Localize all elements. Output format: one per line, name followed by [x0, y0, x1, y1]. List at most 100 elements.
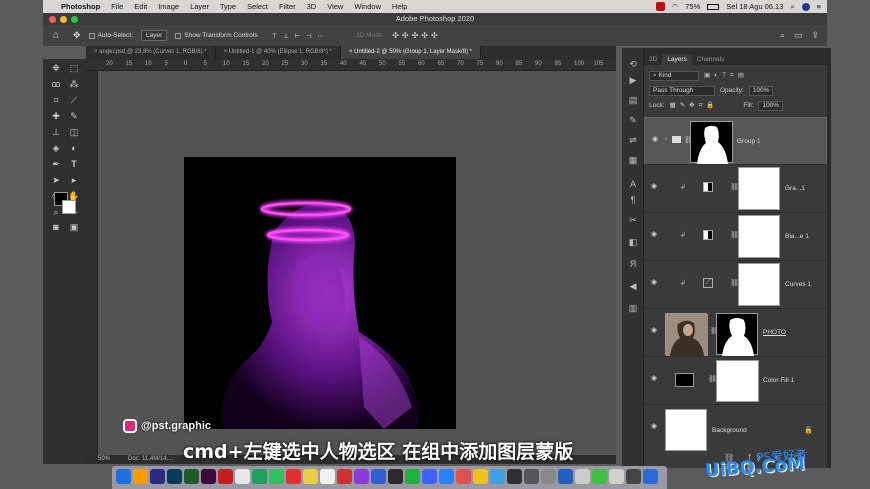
- menu-select[interactable]: Select: [247, 2, 268, 11]
- screen-mode-icon[interactable]: ▣: [67, 221, 81, 233]
- layer-row[interactable]: ◉ ↲ ⟋ ⛓ Curves 1: [644, 261, 827, 309]
- dock-app-icon[interactable]: [456, 469, 471, 484]
- dock-app-icon[interactable]: [439, 469, 454, 484]
- layer-row[interactable]: ◉ ↲ ⛓ Bla...e 1: [644, 213, 827, 261]
- visibility-eye-icon[interactable]: ◉: [651, 375, 659, 382]
- path-select-tool-icon[interactable]: ➤: [49, 174, 63, 186]
- quick-mask-icon[interactable]: ◙: [49, 221, 63, 233]
- tab-layers[interactable]: Layers: [662, 54, 692, 65]
- libraries-icon[interactable]: ▤: [627, 94, 639, 106]
- minimize-window-button[interactable]: [60, 16, 67, 23]
- auto-select-dropdown[interactable]: Layer: [141, 30, 168, 41]
- layer-mask-thumbnail[interactable]: [716, 360, 759, 402]
- zoom-window-button[interactable]: [71, 16, 78, 23]
- zoom-tool-icon[interactable]: ⌕: [49, 206, 63, 218]
- lasso-tool-icon[interactable]: ꝏ: [49, 78, 63, 90]
- tab-3d[interactable]: 3D: [644, 54, 662, 65]
- menu-edit[interactable]: Edit: [134, 2, 147, 11]
- direct-select-tool-icon[interactable]: ▸: [67, 174, 81, 186]
- dock-app-icon[interactable]: [371, 469, 386, 484]
- chevron-right-icon[interactable]: ›: [665, 137, 667, 143]
- dock-app-icon[interactable]: [269, 469, 284, 484]
- dock-app-icon[interactable]: [320, 469, 335, 484]
- adjustments-icon[interactable]: ⇌: [627, 134, 639, 146]
- move-tool-icon[interactable]: ✥: [49, 62, 63, 74]
- tab-angel[interactable]: × angel.psd @ 23,8% (Curves 1, RGB/8) *: [86, 46, 216, 59]
- transform-controls-checkbox[interactable]: Show Transform Controls: [175, 32, 258, 39]
- lock-icons[interactable]: ▦✎✥⌗🔒: [670, 101, 719, 110]
- layer-row[interactable]: ◉ ⛓ Color Fill 1: [644, 357, 827, 405]
- dock-app-icon[interactable]: [490, 469, 505, 484]
- menu-filter[interactable]: Filter: [279, 2, 296, 11]
- layer-mask-thumbnail[interactable]: [716, 313, 758, 356]
- dock-app-icon[interactable]: [303, 469, 318, 484]
- swatches-icon[interactable]: ▦: [627, 154, 639, 166]
- dock-app-icon[interactable]: [201, 469, 216, 484]
- quick-select-tool-icon[interactable]: ⁂: [67, 78, 81, 90]
- play-icon[interactable]: ▶: [627, 74, 639, 86]
- layer-row[interactable]: ◉ ↲ ⛓ Gra...1: [644, 165, 827, 213]
- layer-mask-thumbnail[interactable]: [738, 167, 780, 210]
- doc-size[interactable]: Doc: 11,4M/14,...: [128, 456, 173, 462]
- dock-app-icon[interactable]: [167, 469, 182, 484]
- dock-app-icon[interactable]: [541, 469, 556, 484]
- share-icon[interactable]: ⇪: [811, 30, 819, 41]
- dock-app-icon[interactable]: [218, 469, 233, 484]
- dock-app-icon[interactable]: [626, 469, 641, 484]
- menu-help[interactable]: Help: [392, 2, 407, 11]
- dock-app-icon[interactable]: [337, 469, 352, 484]
- dock-app-icon[interactable]: [592, 469, 607, 484]
- workspace-icon[interactable]: ▭: [794, 30, 803, 41]
- align-icons[interactable]: ⊤ ⊥ ⊢ ⊣ ⋯: [272, 32, 326, 40]
- menu-image[interactable]: Image: [158, 2, 179, 11]
- menu-view[interactable]: View: [327, 2, 343, 11]
- dock-app-icon[interactable]: [388, 469, 403, 484]
- menu-file[interactable]: File: [111, 2, 123, 11]
- dock-app-icon[interactable]: [184, 469, 199, 484]
- eyedropper-tool-icon[interactable]: ⟋: [67, 94, 81, 106]
- tab-untitled-1[interactable]: × Untitled-1 @ 40% (Ellipse 1, RGB/8*) *: [216, 46, 341, 59]
- wifi-icon[interactable]: ◠: [672, 2, 679, 11]
- tools-icon[interactable]: ✂: [627, 214, 639, 226]
- search-icon[interactable]: ⌕: [790, 2, 794, 12]
- menu-app-photoshop[interactable]: Photoshop: [61, 2, 100, 11]
- filter-kind-dropdown[interactable]: ⌕ Kind: [649, 70, 699, 81]
- layer-mask-thumbnail[interactable]: [738, 263, 780, 306]
- dock-app-icon[interactable]: [116, 469, 131, 484]
- visibility-eye-icon[interactable]: ◉: [651, 423, 659, 430]
- marquee-tool-icon[interactable]: ⬚: [67, 62, 81, 74]
- crop-tool-icon[interactable]: ⌗: [49, 94, 63, 106]
- record-icon[interactable]: [655, 2, 665, 11]
- 3d-mode-icons[interactable]: ✣✣✣✣✣: [392, 31, 441, 40]
- visibility-eye-icon[interactable]: ◉: [651, 279, 659, 286]
- stamp-tool-icon[interactable]: ⊥: [49, 126, 63, 138]
- tab-untitled-2[interactable]: × Untitled-2 @ 50% (Group 1, Layer Mask/…: [340, 46, 481, 59]
- layer-row[interactable]: ◉ › ⛓ Group 1: [644, 117, 827, 165]
- control-center-icon[interactable]: ≡: [817, 2, 821, 11]
- dock-app-icon[interactable]: [643, 469, 658, 484]
- layers-scrollbar[interactable]: [827, 48, 831, 468]
- close-window-button[interactable]: [49, 16, 56, 23]
- photo-thumbnail[interactable]: [665, 313, 708, 356]
- gradient-tool-icon[interactable]: ◈: [49, 142, 63, 154]
- filter-icons[interactable]: ▣◐T⌗▤: [704, 71, 748, 80]
- visibility-eye-icon[interactable]: ◉: [651, 231, 659, 238]
- layer-row[interactable]: ◉ ⛓ PHOTO: [644, 309, 827, 357]
- brush-settings-icon[interactable]: ✎: [627, 114, 639, 126]
- dock-app-icon[interactable]: [575, 469, 590, 484]
- visibility-eye-icon[interactable]: ◉: [651, 327, 659, 334]
- properties-icon[interactable]: ◧: [627, 236, 639, 248]
- dock-app-icon[interactable]: [524, 469, 539, 484]
- sound-icon[interactable]: ◀: [627, 280, 639, 292]
- dock-app-icon[interactable]: [150, 469, 165, 484]
- opacity-input[interactable]: 100%: [748, 85, 774, 96]
- search-icon[interactable]: ⌕: [780, 30, 785, 41]
- brush-tool-icon[interactable]: ✎: [67, 110, 81, 122]
- visibility-eye-icon[interactable]: ◉: [651, 183, 659, 190]
- menu-3d[interactable]: 3D: [307, 2, 317, 11]
- dock-app-icon[interactable]: [235, 469, 250, 484]
- layer-mask-thumbnail[interactable]: [738, 215, 780, 258]
- history-icon[interactable]: ⟲: [627, 58, 639, 70]
- dock-app-icon[interactable]: [609, 469, 624, 484]
- dock-app-icon[interactable]: [422, 469, 437, 484]
